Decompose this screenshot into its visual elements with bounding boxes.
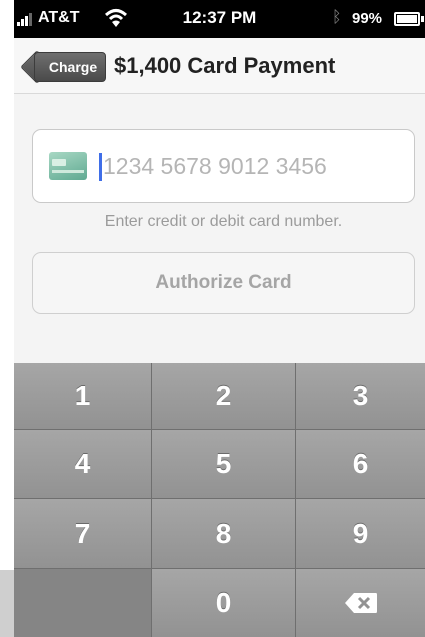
key-1[interactable]: 1 [14,363,152,430]
battery-tip [421,16,424,22]
backspace-icon [344,593,377,613]
key-4[interactable]: 4 [14,430,152,499]
key-7[interactable]: 7 [14,499,152,569]
key-3[interactable]: 3 [296,363,425,430]
key-blank [14,569,152,637]
page-title: $1,400 Card Payment [114,53,336,78]
battery-icon [394,12,420,26]
text-caret [99,153,102,181]
key-6[interactable]: 6 [296,430,425,499]
battery-percentage: 99% [352,10,383,27]
key-label: 0 [215,587,232,618]
back-button-label: Charge [48,59,98,75]
key-label: 2 [215,380,232,411]
key-5[interactable]: 5 [152,430,296,499]
key-label: 4 [74,448,91,479]
card-number-field[interactable] [32,129,415,203]
key-label: 7 [74,517,91,549]
key-2[interactable]: 2 [152,363,296,430]
key-label: 3 [352,380,369,411]
key-label: 6 [352,448,369,479]
card-number-input[interactable] [103,144,403,188]
bluetooth-icon: ᛒ [332,9,342,26]
key-8[interactable]: 8 [152,499,296,569]
background-strip [0,570,14,637]
delete-key[interactable] [296,569,425,637]
numeric-keypad: 1 2 3 4 5 6 7 8 9 0 [14,363,425,637]
phone-screen: AT&T 12:37 PM ᛒ 99% Charge $1,400 Card P… [14,0,425,637]
authorize-card-button[interactable]: Authorize Card [32,252,415,314]
key-label: 9 [352,517,369,549]
credit-card-icon [49,152,87,180]
key-label: 8 [215,517,232,549]
status-bar: AT&T 12:37 PM ᛒ 99% [14,0,425,38]
key-9[interactable]: 9 [296,499,425,569]
navigation-bar: Charge $1,400 Card Payment [14,38,425,94]
key-0[interactable]: 0 [152,569,296,637]
key-label: 1 [74,380,91,411]
back-button[interactable]: Charge [34,52,106,82]
key-label: 5 [215,448,232,479]
card-helper-text: Enter credit or debit card number. [104,213,343,230]
